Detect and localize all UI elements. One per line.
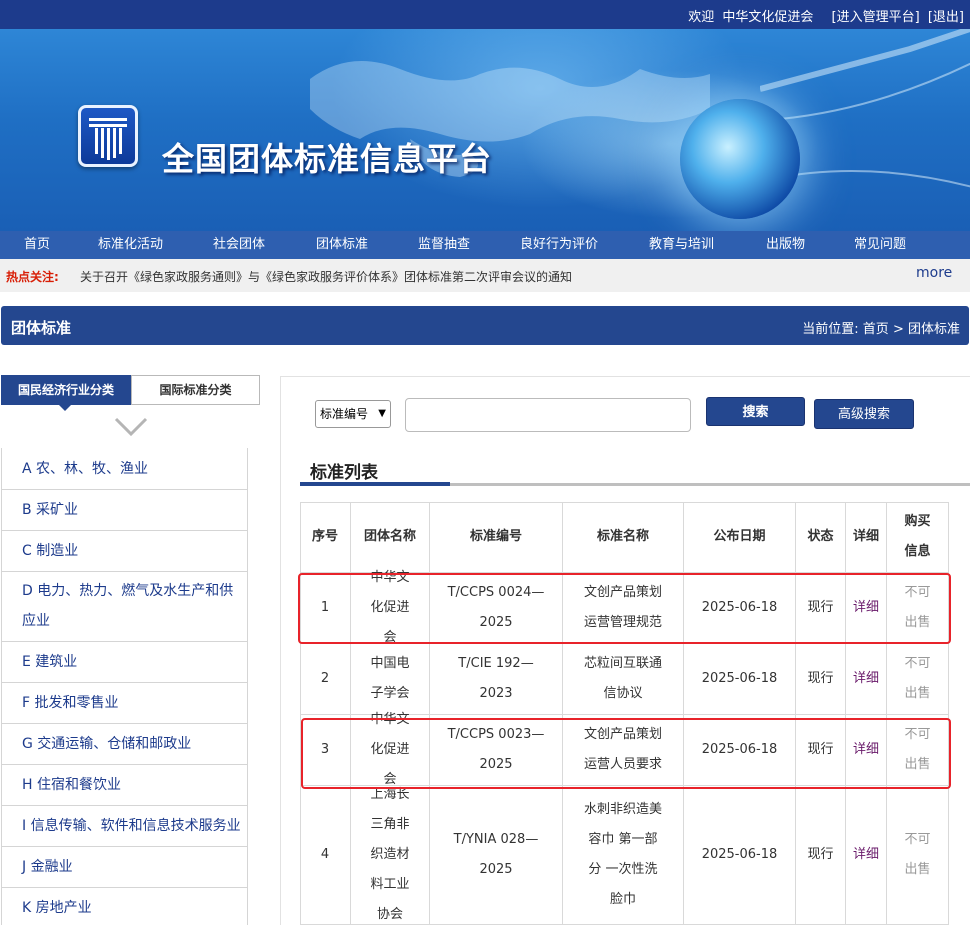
table-header: 标准编号 <box>430 502 563 573</box>
search-field-select[interactable]: 标准编号 ▼ <box>315 400 391 428</box>
breadcrumb-current[interactable]: 团体标准 <box>908 322 960 337</box>
highlight-box <box>301 718 951 789</box>
globe-graphic <box>680 99 800 219</box>
site-banner: 全国团体标准信息平台 <box>0 29 970 231</box>
nav-item-publications[interactable]: 出版物 <box>766 231 805 259</box>
cell-code: T/YNIA 028— 2025 <box>430 786 563 925</box>
table-header: 购买 信息 <box>887 502 949 573</box>
page-title: 团体标准 <box>11 319 72 337</box>
cell-buy: 不可 出售 <box>887 644 949 715</box>
category-item[interactable]: A 农、林、牧、渔业 <box>2 448 247 490</box>
category-item[interactable]: F 批发和零售业 <box>2 683 247 724</box>
cell-org: 上海长 三角非 织造材 料工业 协会 <box>351 786 430 925</box>
search-button[interactable]: 搜索 <box>706 397 805 426</box>
chevron-down-icon[interactable] <box>114 416 148 438</box>
tab-national-economy[interactable]: 国民经济行业分类 <box>1 375 131 411</box>
more-link[interactable]: more <box>916 265 952 281</box>
category-item[interactable]: C 制造业 <box>2 531 247 572</box>
category-item[interactable]: E 建筑业 <box>2 642 247 683</box>
category-item[interactable]: K 房地产业 <box>2 888 247 925</box>
category-item[interactable]: B 采矿业 <box>2 490 247 531</box>
cell-status: 现行 <box>796 786 846 925</box>
nav-item-standardization[interactable]: 标准化活动 <box>98 231 163 259</box>
cell-buy: 不可 出售 <box>887 786 949 925</box>
site-logo <box>78 105 138 167</box>
table-header: 公布日期 <box>684 502 796 573</box>
logout-link[interactable]: [退出] <box>928 10 964 25</box>
nav-item-evaluation[interactable]: 良好行为评价 <box>520 231 598 259</box>
nav-item-organizations[interactable]: 社会团体 <box>213 231 265 259</box>
cell-code: T/CIE 192— 2023 <box>430 644 563 715</box>
welcome-text: 欢迎 <box>688 10 715 25</box>
category-tabs: 国民经济行业分类 国际标准分类 <box>1 375 260 411</box>
category-item[interactable]: H 住宿和餐饮业 <box>2 765 247 806</box>
cell-no: 4 <box>300 786 351 925</box>
breadcrumb-label: 当前位置: <box>802 322 859 337</box>
user-area: 欢迎 中华文化促进会 [进入管理平台] [退出] <box>684 6 964 25</box>
chevron-down-icon: ▼ <box>378 408 386 419</box>
breadcrumb-home[interactable]: 首页 <box>863 322 889 337</box>
cell-status: 现行 <box>796 644 846 715</box>
admin-platform-link[interactable]: [进入管理平台] <box>832 10 920 25</box>
hot-news-label: 热点关注: <box>6 270 59 284</box>
breadcrumb: 当前位置: 首页 > 团体标准 <box>802 318 960 337</box>
logo-t-icon <box>89 118 127 160</box>
top-bar: 欢迎 中华文化促进会 [进入管理平台] [退出] <box>0 0 970 29</box>
nav-item-group-standards[interactable]: 团体标准 <box>316 231 368 259</box>
category-item[interactable]: D 电力、热力、燃气及水生产和供应业 <box>2 572 247 642</box>
category-list: A 农、林、牧、渔业 B 采矿业 C 制造业 D 电力、热力、燃气及水生产和供应… <box>1 448 248 925</box>
cell-name: 水刺非织造美 容巾 第一部 分 一次性洗 脸巾 <box>563 786 684 925</box>
nav-item-training[interactable]: 教育与培训 <box>649 231 714 259</box>
cell-date: 2025-06-18 <box>684 644 796 715</box>
hot-news-link[interactable]: 关于召开《绿色家政服务通则》与《绿色家政服务评价体系》团体标准第二次评审会议的通… <box>80 268 572 285</box>
highlight-box <box>298 573 951 644</box>
cell-date: 2025-06-18 <box>684 786 796 925</box>
section-header: 团体标准 当前位置: 首页 > 团体标准 <box>1 306 969 345</box>
table-header: 状态 <box>796 502 846 573</box>
advanced-search-button[interactable]: 高级搜索 <box>814 399 914 429</box>
cell-no: 2 <box>300 644 351 715</box>
tab-international[interactable]: 国际标准分类 <box>131 375 260 405</box>
user-name: 中华文化促进会 <box>722 10 814 25</box>
nav-item-inspection[interactable]: 监督抽查 <box>418 231 470 259</box>
table-header: 详细 <box>846 502 887 573</box>
breadcrumb-separator: > <box>892 322 904 337</box>
table-header: 标准名称 <box>563 502 684 573</box>
category-item[interactable]: J 金融业 <box>2 847 247 888</box>
list-title: 标准列表 <box>310 463 378 483</box>
main-nav: 首页 标准化活动 社会团体 团体标准 监督抽查 良好行为评价 教育与培训 出版物… <box>0 231 970 259</box>
list-title-accent <box>300 482 450 486</box>
site-title: 全国团体标准信息平台 <box>162 140 493 178</box>
cell-name: 芯粒间互联通 信协议 <box>563 644 684 715</box>
search-input[interactable] <box>405 398 691 432</box>
category-item[interactable]: I 信息传输、软件和信息技术服务业 <box>2 806 247 847</box>
detail-link[interactable]: 详细 <box>846 786 887 925</box>
table-header: 序号 <box>300 502 351 573</box>
hot-news-bar: 热点关注: 关于召开《绿色家政服务通则》与《绿色家政服务评价体系》团体标准第二次… <box>0 259 970 292</box>
nav-item-faq[interactable]: 常见问题 <box>854 231 906 259</box>
nav-item-home[interactable]: 首页 <box>24 231 50 259</box>
detail-link[interactable]: 详细 <box>846 644 887 715</box>
category-item[interactable]: G 交通运输、仓储和邮政业 <box>2 724 247 765</box>
search-field-select-value: 标准编号 <box>320 407 369 421</box>
